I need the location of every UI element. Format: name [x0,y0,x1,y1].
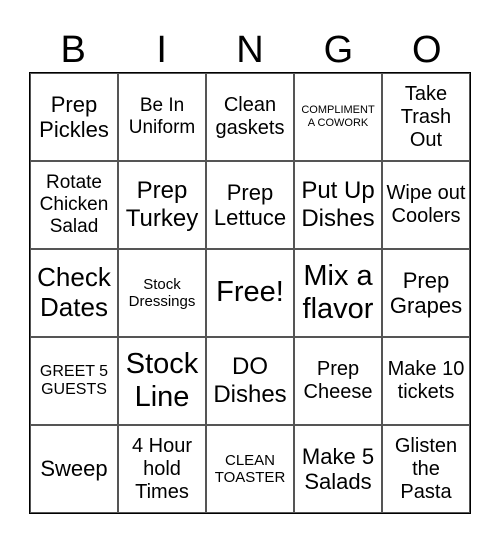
bingo-cell[interactable]: Be In Uniform [118,73,206,161]
bingo-cell[interactable]: Prep Cheese [294,337,382,425]
free-cell[interactable]: Free! [206,249,294,337]
bingo-cell[interactable]: Prep Grapes [382,249,470,337]
bingo-cell[interactable]: Wipe out Coolers [382,161,470,249]
bingo-cell[interactable]: Prep Turkey [118,161,206,249]
bingo-cell[interactable]: Prep Pickles [30,73,118,161]
header-letter: O [412,29,442,71]
bingo-cell[interactable]: Clean gaskets [206,73,294,161]
bingo-cell[interactable]: COMPLIMENT A COWORK [294,73,382,161]
bingo-cell[interactable]: Rotate Chicken Salad [30,161,118,249]
bingo-cell[interactable]: Put Up Dishes [294,161,382,249]
bingo-cell[interactable]: Make 5 Salads [294,425,382,513]
bingo-cell[interactable]: Prep Lettuce [206,161,294,249]
bingo-cell[interactable]: 4 Hour hold Times [118,425,206,513]
bingo-cell[interactable]: GREET 5 GUESTS [30,337,118,425]
bingo-cell[interactable]: CLEAN TOASTER [206,425,294,513]
bingo-cell[interactable]: Stock Line [118,337,206,425]
bingo-cell[interactable]: DO Dishes [206,337,294,425]
bingo-cell[interactable]: Take Trash Out [382,73,470,161]
bingo-cell[interactable]: Glisten the Pasta [382,425,470,513]
header-letter: B [60,29,86,71]
bingo-header: B I N G O [29,28,471,72]
header-letter: G [323,29,354,71]
bingo-cell[interactable]: Stock Dressings [118,249,206,337]
bingo-grid: Prep Pickles Be In Uniform Clean gaskets… [29,72,471,514]
header-letter: N [236,29,264,71]
bingo-cell[interactable]: Mix a flavor [294,249,382,337]
header-letter: I [156,29,167,71]
bingo-cell[interactable]: Make 10 tickets [382,337,470,425]
bingo-cell[interactable]: Check Dates [30,249,118,337]
bingo-cell[interactable]: Sweep [30,425,118,513]
